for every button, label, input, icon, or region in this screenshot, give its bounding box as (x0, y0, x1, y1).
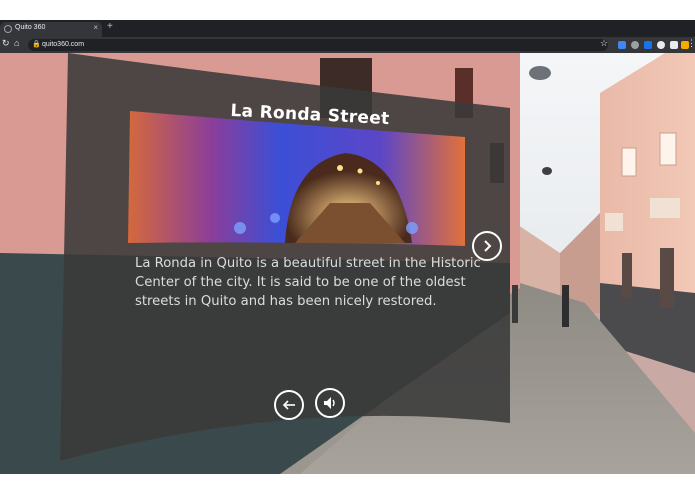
tab-title: Quito 360 (15, 24, 46, 31)
address-bar: ↻ ⌂ 🔒 quito360.com ☆ ⋮ (0, 37, 695, 53)
next-button[interactable] (472, 231, 502, 261)
reload-icon[interactable]: ↻ (2, 38, 10, 49)
back-button[interactable] (274, 390, 304, 420)
extension-icon-1[interactable] (618, 41, 626, 49)
tab-bar: Quito 360 × (0, 20, 695, 37)
lock-icon: 🔒 (32, 41, 41, 48)
tour-description: La Ronda in Quito is a beautiful street … (135, 256, 481, 309)
bookmark-star-icon[interactable]: ☆ (600, 38, 608, 49)
home-icon[interactable]: ⌂ (14, 38, 19, 48)
browser-tab[interactable]: Quito 360 × (0, 22, 102, 37)
speaker-icon (324, 397, 335, 409)
favicon-icon (4, 25, 12, 33)
new-tab-button[interactable]: + (107, 21, 113, 32)
chevron-right-icon (484, 240, 492, 252)
extension-icon-3[interactable] (644, 41, 652, 49)
page-footer-blank (0, 474, 695, 494)
extension-icon-2[interactable] (631, 41, 639, 49)
kebab-menu-icon[interactable]: ⋮ (687, 38, 695, 49)
url-text: quito360.com (42, 41, 85, 48)
panorama-viewport[interactable]: La Ronda Street La Ronda in Quito is a b… (0, 53, 695, 474)
url-input[interactable]: 🔒 quito360.com (28, 39, 608, 51)
extension-icon-4[interactable] (657, 41, 665, 49)
arrow-left-icon (282, 400, 295, 410)
extension-icon-5[interactable] (670, 41, 678, 49)
sound-button[interactable] (315, 388, 345, 418)
close-tab-icon[interactable]: × (93, 23, 98, 32)
